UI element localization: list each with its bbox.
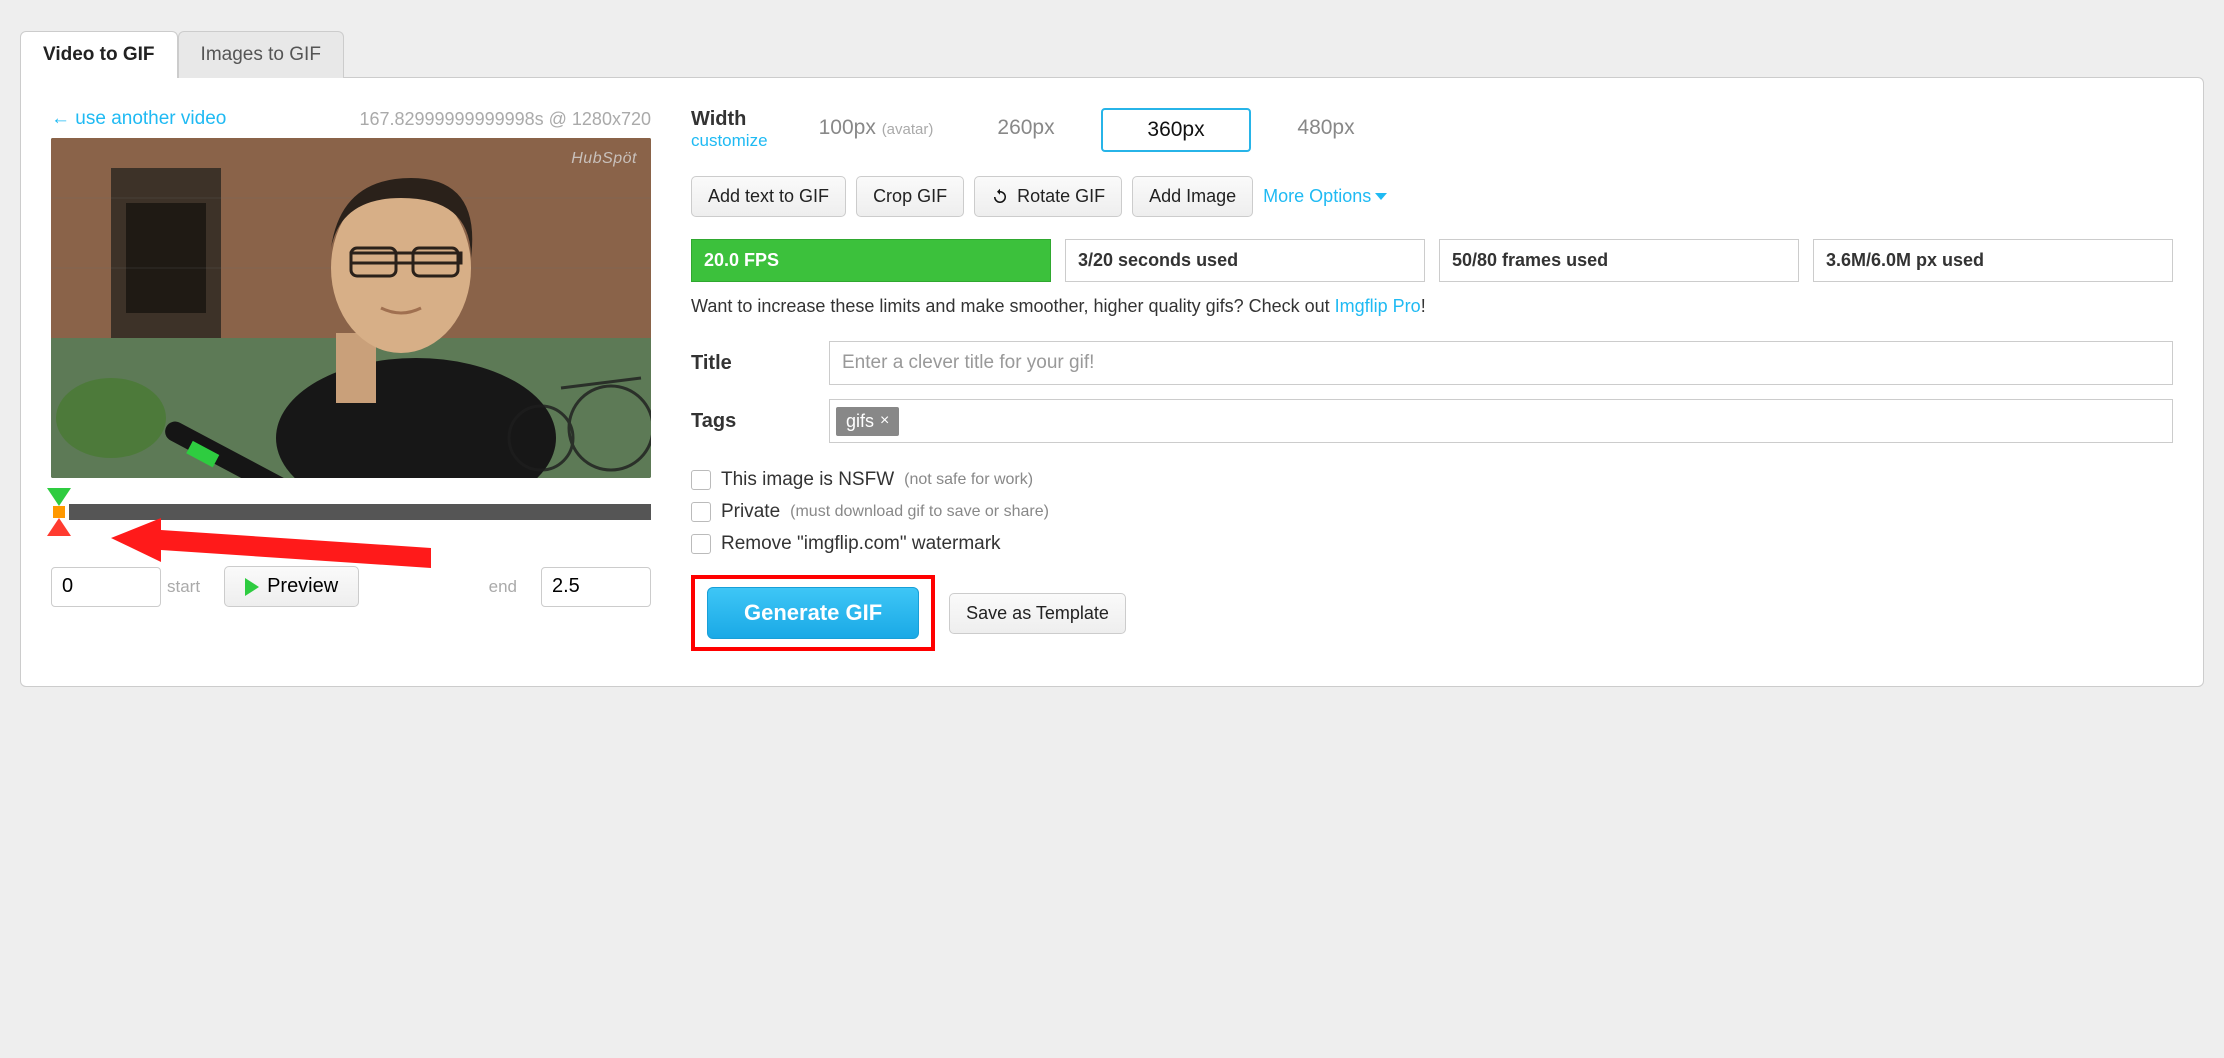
left-column: ← use another video 167.82999999999998s … [51, 108, 651, 651]
stat-seconds: 3/20 seconds used [1065, 239, 1425, 282]
title-input[interactable] [829, 341, 2173, 385]
chevron-down-icon [1375, 193, 1387, 200]
generate-gif-button[interactable]: Generate GIF [707, 587, 919, 639]
end-time-input[interactable] [541, 567, 651, 607]
timeline-end-handle[interactable] [47, 518, 71, 536]
end-label: end [489, 577, 517, 597]
tag-chip-label: gifs [846, 411, 874, 432]
video-meta: 167.82999999999998s @ 1280x720 [359, 109, 651, 130]
width-option-480[interactable]: 480px [1251, 108, 1401, 152]
width-option-label: 100px [819, 116, 876, 139]
annotation-arrow [111, 518, 431, 578]
nsfw-checkbox[interactable] [691, 470, 711, 490]
stat-px: 3.6M/6.0M px used [1813, 239, 2173, 282]
start-label: start [167, 577, 200, 597]
private-sub: (must download gif to save or share) [790, 503, 1049, 521]
stat-frames: 50/80 frames used [1439, 239, 1799, 282]
timeline-start-handle[interactable] [47, 488, 71, 506]
save-as-template-button[interactable]: Save as Template [949, 593, 1126, 634]
imgflip-pro-link[interactable]: Imgflip Pro [1335, 296, 1421, 316]
tab-bar: Video to GIF Images to GIF [20, 30, 2204, 77]
nsfw-sub: (not safe for work) [904, 471, 1033, 489]
timeline[interactable] [51, 488, 651, 548]
rotate-icon [991, 188, 1009, 206]
width-option-360[interactable]: 360px [1101, 108, 1251, 152]
remove-watermark-label: Remove "imgflip.com" watermark [721, 533, 1001, 555]
tab-images-to-gif[interactable]: Images to GIF [178, 31, 344, 78]
stat-fps: 20.0 FPS [691, 239, 1051, 282]
upsell-prefix: Want to increase these limits and make s… [691, 296, 1335, 316]
customize-width-link[interactable]: customize [691, 131, 768, 150]
add-image-button[interactable]: Add Image [1132, 176, 1253, 217]
title-label: Title [691, 352, 811, 375]
hubspot-watermark: HubSpöt [571, 150, 637, 168]
width-option-label: 480px [1297, 116, 1354, 139]
generate-highlight-annotation: Generate GIF [691, 575, 935, 651]
right-column: Width customize 100px (avatar) 260px 360… [691, 108, 2173, 651]
tags-label: Tags [691, 410, 811, 433]
width-option-label: 260px [997, 116, 1054, 139]
timeline-playhead[interactable] [53, 506, 65, 518]
rotate-button-label: Rotate GIF [1017, 186, 1105, 207]
video-preview[interactable]: HubSpöt [51, 138, 651, 478]
crop-button[interactable]: Crop GIF [856, 176, 964, 217]
width-option-label: 360px [1147, 118, 1204, 141]
main-panel: ← use another video 167.82999999999998s … [20, 77, 2204, 687]
width-label: Width [691, 108, 746, 130]
upsell-text: Want to increase these limits and make s… [691, 296, 2173, 317]
use-another-video-link[interactable]: ← use another video [51, 108, 226, 130]
nsfw-label: This image is NSFW [721, 469, 894, 491]
upsell-tail: ! [1421, 296, 1426, 316]
tab-video-to-gif[interactable]: Video to GIF [20, 31, 178, 78]
width-option-100[interactable]: 100px (avatar) [801, 108, 951, 152]
preview-button-label: Preview [267, 575, 338, 598]
more-options-link[interactable]: More Options [1263, 186, 1387, 207]
more-options-label: More Options [1263, 186, 1371, 207]
private-label: Private [721, 501, 780, 523]
tags-input[interactable]: gifs × [829, 399, 2173, 443]
width-option-sub: (avatar) [882, 121, 934, 138]
tag-remove-icon[interactable]: × [880, 412, 889, 430]
play-icon [245, 578, 259, 596]
remove-watermark-checkbox[interactable] [691, 534, 711, 554]
video-still-illustration [51, 138, 651, 478]
add-text-button[interactable]: Add text to GIF [691, 176, 846, 217]
tag-chip: gifs × [836, 407, 899, 436]
private-checkbox[interactable] [691, 502, 711, 522]
rotate-button[interactable]: Rotate GIF [974, 176, 1122, 217]
width-option-260[interactable]: 260px [951, 108, 1101, 152]
